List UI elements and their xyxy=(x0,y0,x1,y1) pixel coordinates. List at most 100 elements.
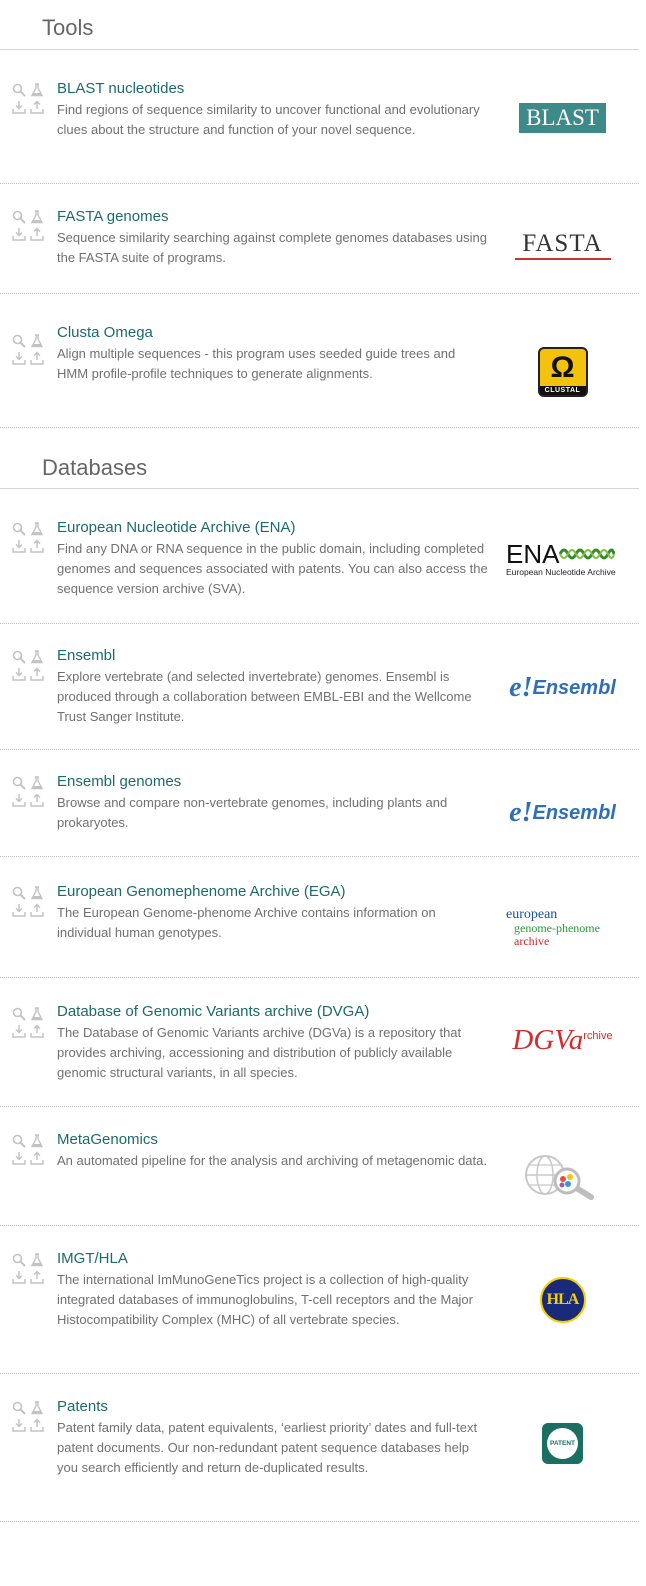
flask-icon[interactable] xyxy=(30,1253,44,1267)
download-icon[interactable] xyxy=(12,539,26,553)
patent-logo-text: PATENT xyxy=(549,1439,576,1447)
search-icon[interactable] xyxy=(12,1134,26,1148)
search-icon[interactable] xyxy=(12,83,26,97)
download-icon[interactable] xyxy=(12,100,26,114)
flask-icon[interactable] xyxy=(30,650,44,664)
hla-logo-text: HLA xyxy=(546,1291,580,1308)
search-icon[interactable] xyxy=(12,776,26,790)
ensembl-logo: e! Ensembl xyxy=(500,672,625,704)
upload-icon[interactable] xyxy=(30,539,44,553)
db-title-ega[interactable]: European Genomephenome Archive (EGA) xyxy=(57,883,346,900)
hla-logo: HLA xyxy=(500,1276,625,1324)
db-description: Find any DNA or RNA sequence in the publ… xyxy=(57,541,488,596)
db-title-ensembl-genomes[interactable]: Ensembl genomes xyxy=(57,773,181,790)
clustal-logo: Ω CLUSTAL xyxy=(500,346,625,398)
download-icon[interactable] xyxy=(12,227,26,241)
upload-icon[interactable] xyxy=(30,1418,44,1432)
list-item-ensembl-genomes: Ensembl genomes Browse and compare non-v… xyxy=(0,750,639,857)
ega-logo-line3: archive xyxy=(514,934,550,948)
search-icon[interactable] xyxy=(12,210,26,224)
upload-icon[interactable] xyxy=(30,903,44,917)
flask-icon[interactable] xyxy=(30,210,44,224)
fasta-logo-text: FASTA xyxy=(522,229,603,257)
list-item-clustal: Clusta Omega Align multiple sequences - … xyxy=(0,294,639,428)
download-icon[interactable] xyxy=(12,1418,26,1432)
download-icon[interactable] xyxy=(12,1151,26,1165)
download-icon[interactable] xyxy=(12,1024,26,1038)
db-title-ensembl[interactable]: Ensembl xyxy=(57,647,115,664)
db-title-dgva[interactable]: Database of Genomic Variants archive (DV… xyxy=(57,1003,369,1020)
flask-icon[interactable] xyxy=(30,776,44,790)
dgva-logo-subtitle: rchive xyxy=(583,1030,613,1042)
download-icon[interactable] xyxy=(12,667,26,681)
upload-icon[interactable] xyxy=(30,793,44,807)
flask-icon[interactable] xyxy=(30,334,44,348)
search-icon[interactable] xyxy=(12,886,26,900)
flask-icon[interactable] xyxy=(30,1134,44,1148)
databases-heading: Databases xyxy=(42,455,148,480)
upload-icon[interactable] xyxy=(30,1270,44,1284)
db-title-metagenomics[interactable]: MetaGenomics xyxy=(57,1131,158,1148)
list-item-blast: BLAST nucleotides Find regions of sequen… xyxy=(0,50,639,184)
db-title-patents[interactable]: Patents xyxy=(57,1398,108,1415)
flask-icon[interactable] xyxy=(30,522,44,536)
upload-icon[interactable] xyxy=(30,351,44,365)
upload-icon[interactable] xyxy=(30,100,44,114)
clustal-logo-text: CLUSTAL xyxy=(539,386,586,395)
db-description: An automated pipeline for the analysis a… xyxy=(57,1153,487,1168)
tools-heading: Tools xyxy=(42,15,94,40)
blast-logo: BLAST xyxy=(500,102,625,134)
list-item-ensembl: Ensembl Explore vertebrate (and selected… xyxy=(0,624,639,750)
upload-icon[interactable] xyxy=(30,667,44,681)
tool-title-fasta[interactable]: FASTA genomes xyxy=(57,208,168,225)
search-icon[interactable] xyxy=(12,1007,26,1021)
db-title-ena[interactable]: European Nucleotide Archive (ENA) xyxy=(57,519,295,536)
tool-title-blast[interactable]: BLAST nucleotides xyxy=(57,80,184,97)
patent-logo: PATENT xyxy=(500,1422,625,1464)
list-item-ena: European Nucleotide Archive (ENA) Find a… xyxy=(0,489,639,624)
list-item-patents: Patents Patent family data, patent equiv… xyxy=(0,1374,639,1522)
dgva-logo-text: DGVa xyxy=(512,1024,584,1056)
list-item-dgva: Database of Genomic Variants archive (DV… xyxy=(0,978,639,1107)
ena-logo: ENA European Nucleotide Archive xyxy=(500,539,625,579)
tool-description: Find regions of sequence similarity to u… xyxy=(57,102,480,137)
ensembl-mark: e! xyxy=(509,672,533,703)
search-icon[interactable] xyxy=(12,1253,26,1267)
ensembl-genomes-logo: e! Ensembl xyxy=(500,797,625,829)
flask-icon[interactable] xyxy=(30,1401,44,1415)
blast-logo-text: BLAST xyxy=(526,105,599,130)
dna-wave-icon xyxy=(559,548,616,560)
search-icon[interactable] xyxy=(12,334,26,348)
search-icon[interactable] xyxy=(12,1401,26,1415)
fasta-logo: FASTA xyxy=(500,228,625,262)
list-item-ega: European Genomephenome Archive (EGA) The… xyxy=(0,857,639,978)
upload-icon[interactable] xyxy=(30,227,44,241)
db-title-imgt-hla[interactable]: IMGT/HLA xyxy=(57,1250,128,1267)
tool-title-clustal[interactable]: Clusta Omega xyxy=(57,324,153,341)
db-description: Patent family data, patent equivalents, … xyxy=(57,1420,478,1475)
download-icon[interactable] xyxy=(12,1270,26,1284)
globe-magnifier-icon xyxy=(524,1155,594,1200)
download-icon[interactable] xyxy=(12,903,26,917)
ensembl-logo-text: Ensembl xyxy=(532,801,616,824)
flask-icon[interactable] xyxy=(30,83,44,97)
db-description: Explore vertebrate (and selected inverte… xyxy=(57,669,472,724)
flask-icon[interactable] xyxy=(30,886,44,900)
tool-description: Sequence similarity searching against co… xyxy=(57,230,487,265)
download-icon[interactable] xyxy=(12,351,26,365)
ega-logo-line1: european xyxy=(506,907,558,922)
db-description: The Database of Genomic Variants archive… xyxy=(57,1025,462,1080)
list-item-imgt-hla: IMGT/HLA The international ImMunoGeneTic… xyxy=(0,1226,639,1374)
ensembl-mark: e! xyxy=(509,797,533,828)
ena-logo-text: ENA xyxy=(506,539,560,569)
metagenomics-logo xyxy=(500,1153,625,1203)
upload-icon[interactable] xyxy=(30,1151,44,1165)
upload-icon[interactable] xyxy=(30,1024,44,1038)
flask-icon[interactable] xyxy=(30,1007,44,1021)
search-icon[interactable] xyxy=(12,522,26,536)
omega-icon: Ω xyxy=(550,351,575,384)
dgva-logo: DGVa rchive xyxy=(500,1024,625,1058)
search-icon[interactable] xyxy=(12,650,26,664)
download-icon[interactable] xyxy=(12,793,26,807)
ena-logo-subtitle: European Nucleotide Archive xyxy=(506,567,616,577)
